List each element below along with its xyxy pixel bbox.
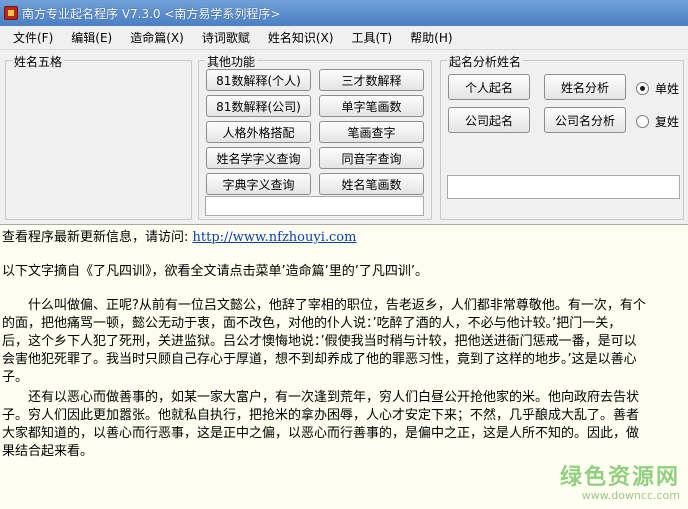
81-number-personal-button[interactable]: 81数解释(个人) bbox=[206, 69, 311, 91]
personal-naming-button[interactable]: 个人起名 bbox=[448, 74, 530, 100]
window-title: 南方专业起名程序 V7.3.0 <南方易学系列程序> bbox=[22, 6, 281, 21]
compound-surname-label: 复姓 bbox=[655, 115, 680, 129]
company-naming-button[interactable]: 公司起名 bbox=[448, 107, 530, 133]
text-line-1: 什么叫做偏、正呢?从前有一位吕文懿公，他辞了宰相的职位，告老返乡，人们都非常尊敬… bbox=[28, 298, 646, 313]
watermark-logo: 绿色资源网 bbox=[559, 465, 680, 490]
single-surname-radio[interactable]: 单姓 bbox=[636, 80, 679, 97]
menu-poetry[interactable]: 诗词歌赋 bbox=[195, 29, 257, 46]
content-area: 查看程序最新更新信息，请访问: http://www.nfzhouyi.com … bbox=[0, 224, 688, 509]
menu-edit[interactable]: 编辑(E) bbox=[64, 29, 119, 46]
menu-file[interactable]: 文件(F) bbox=[6, 29, 60, 46]
name-five-grid-legend: 姓名五格 bbox=[12, 53, 65, 70]
single-surname-label: 单姓 bbox=[655, 82, 680, 96]
menu-help[interactable]: 帮助(H) bbox=[403, 29, 459, 46]
analysis-legend: 起名分析姓名 bbox=[447, 53, 524, 70]
text-line-5: 子。 bbox=[2, 370, 29, 385]
three-talents-button[interactable]: 三才数解释 bbox=[319, 69, 424, 91]
name-analysis-button[interactable]: 姓名分析 bbox=[544, 74, 626, 100]
title-bar: 南方专业起名程序 V7.3.0 <南方易学系列程序> bbox=[0, 0, 688, 26]
watermark-url: www.downcc.com bbox=[581, 489, 680, 502]
name-meaning-query-button[interactable]: 姓名学字义查询 bbox=[206, 147, 311, 169]
compound-surname-radio[interactable]: 复姓 bbox=[636, 113, 679, 130]
analysis-name-input[interactable] bbox=[447, 175, 680, 199]
menu-tools[interactable]: 工具(T) bbox=[344, 29, 399, 46]
single-surname-radio-dot[interactable] bbox=[636, 82, 649, 95]
company-analysis-button[interactable]: 公司名分析 bbox=[544, 107, 626, 133]
text-line-9: 果结合起来看。 bbox=[2, 444, 94, 459]
text-line-8: 大家都知道的，以善心而行恶事，这是正中之偏，以恶心而行善事的，是偏中之正，这是人… bbox=[2, 426, 640, 441]
update-prefix: 查看程序最新更新信息，请访问: bbox=[2, 230, 193, 245]
update-line: 查看程序最新更新信息，请访问: http://www.nfzhouyi.com bbox=[2, 229, 356, 247]
81-number-company-button[interactable]: 81数解释(公司) bbox=[206, 95, 311, 117]
name-strokes-button[interactable]: 姓名笔画数 bbox=[319, 173, 424, 195]
text-line-4: 会害他犯死罪了。我当时只顾自己存心于厚道，想不到却养成了他的罪恶习性，竟到了这样… bbox=[2, 352, 637, 367]
name-five-grid-panel: 姓名五格 bbox=[5, 53, 192, 220]
text-line-2: 的面，把他痛骂一顿，懿公无动于衷，面不改色，对他的仆人说：’吃醉了酒的人，不必与… bbox=[2, 316, 622, 331]
stroke-lookup-button[interactable]: 笔画查字 bbox=[319, 121, 424, 143]
watermark: 绿色资源网 www.downcc.com bbox=[559, 465, 680, 505]
personality-match-button[interactable]: 人格外格搭配 bbox=[206, 121, 311, 143]
text-line-7: 子。穷人们因此更加嚣张。他就私自执行，把抢米的拿办困辱，人心才安定下来；不然，几… bbox=[2, 408, 640, 423]
update-link[interactable]: http://www.nfzhouyi.com bbox=[193, 230, 357, 245]
text-line-6: 还有以恶心而做善事的，如某一家大富户，有一次逢到荒年，穷人们白昼公开抢他家的米。… bbox=[28, 390, 640, 405]
dictionary-query-button[interactable]: 字典字义查询 bbox=[206, 173, 311, 195]
app-icon bbox=[4, 6, 18, 20]
single-char-strokes-button[interactable]: 单字笔画数 bbox=[319, 95, 424, 117]
menu-name-knowledge[interactable]: 姓名知识(X) bbox=[261, 29, 341, 46]
compound-surname-radio-dot[interactable] bbox=[636, 115, 649, 128]
homophone-query-button[interactable]: 同音字查询 bbox=[319, 147, 424, 169]
other-functions-input[interactable] bbox=[205, 196, 424, 216]
menu-destiny[interactable]: 造命篇(X) bbox=[123, 29, 191, 46]
menu-bar: 文件(F) 编辑(E) 造命篇(X) 诗词歌赋 姓名知识(X) 工具(T) 帮助… bbox=[0, 26, 688, 50]
excerpt-note: 以下文字摘自《了凡四训》，欲看全文请点击菜单’造命篇’里的’了凡四训’。 bbox=[2, 264, 429, 279]
text-line-3: 后，这个乡下人犯了死刑，关进监狱。吕公才懊悔地说：’假使我当时稍与计较，把他送进… bbox=[2, 334, 637, 349]
other-functions-legend: 其他功能 bbox=[205, 53, 258, 70]
